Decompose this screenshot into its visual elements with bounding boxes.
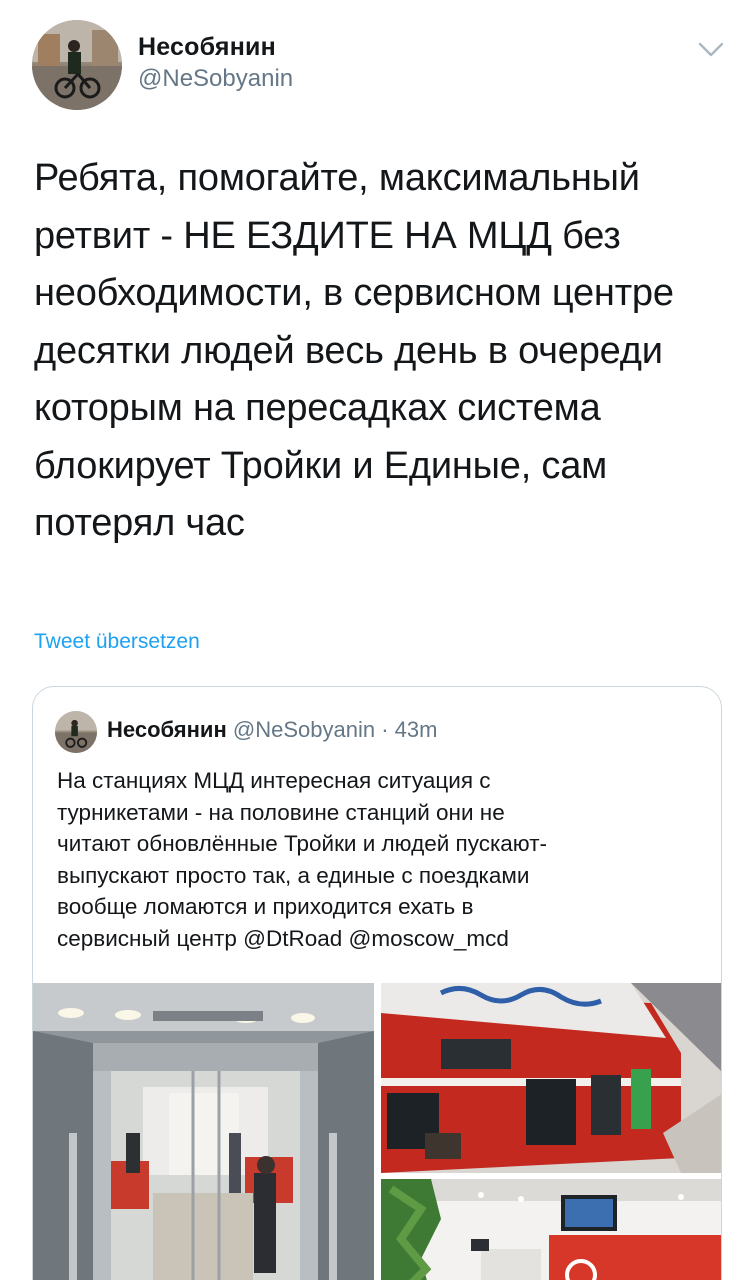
author-handle[interactable]: @NeSobyanin [138, 65, 293, 93]
tweet-text: Ребята, помогайте, максимальный ретвит -… [34, 157, 674, 544]
quoted-author-avatar [55, 711, 97, 753]
train-interior-photo[interactable] [33, 983, 374, 1280]
quoted-media-grid [33, 983, 721, 1280]
quoted-separator: · [381, 717, 389, 742]
avatar-photo [32, 20, 122, 110]
author-display-name[interactable]: Несобянин [138, 33, 276, 62]
quoted-display-name: Несобянин [107, 717, 227, 742]
translate-tweet-link[interactable]: Tweet übersetzen [34, 630, 200, 654]
quoted-tweet-text: На станциях МЦД интересная ситуация с ту… [57, 768, 547, 951]
train-exterior-photo[interactable] [381, 983, 721, 1173]
quoted-tweet-card[interactable]: Несобянин @NeSobyanin · 43m На станциях … [32, 686, 722, 1280]
chevron-down-icon[interactable] [696, 38, 726, 62]
service-center-photo[interactable] [381, 1179, 721, 1280]
quoted-tweet-header: Несобянин @NeSobyanin · 43m [107, 717, 437, 743]
quoted-timestamp: 43m [394, 717, 438, 742]
author-avatar[interactable] [32, 20, 122, 110]
tweet-detail-screen: Несобянин @NeSobyanin Ребята, помогайте,… [0, 0, 752, 1280]
quoted-handle: @NeSobyanin [232, 717, 376, 742]
